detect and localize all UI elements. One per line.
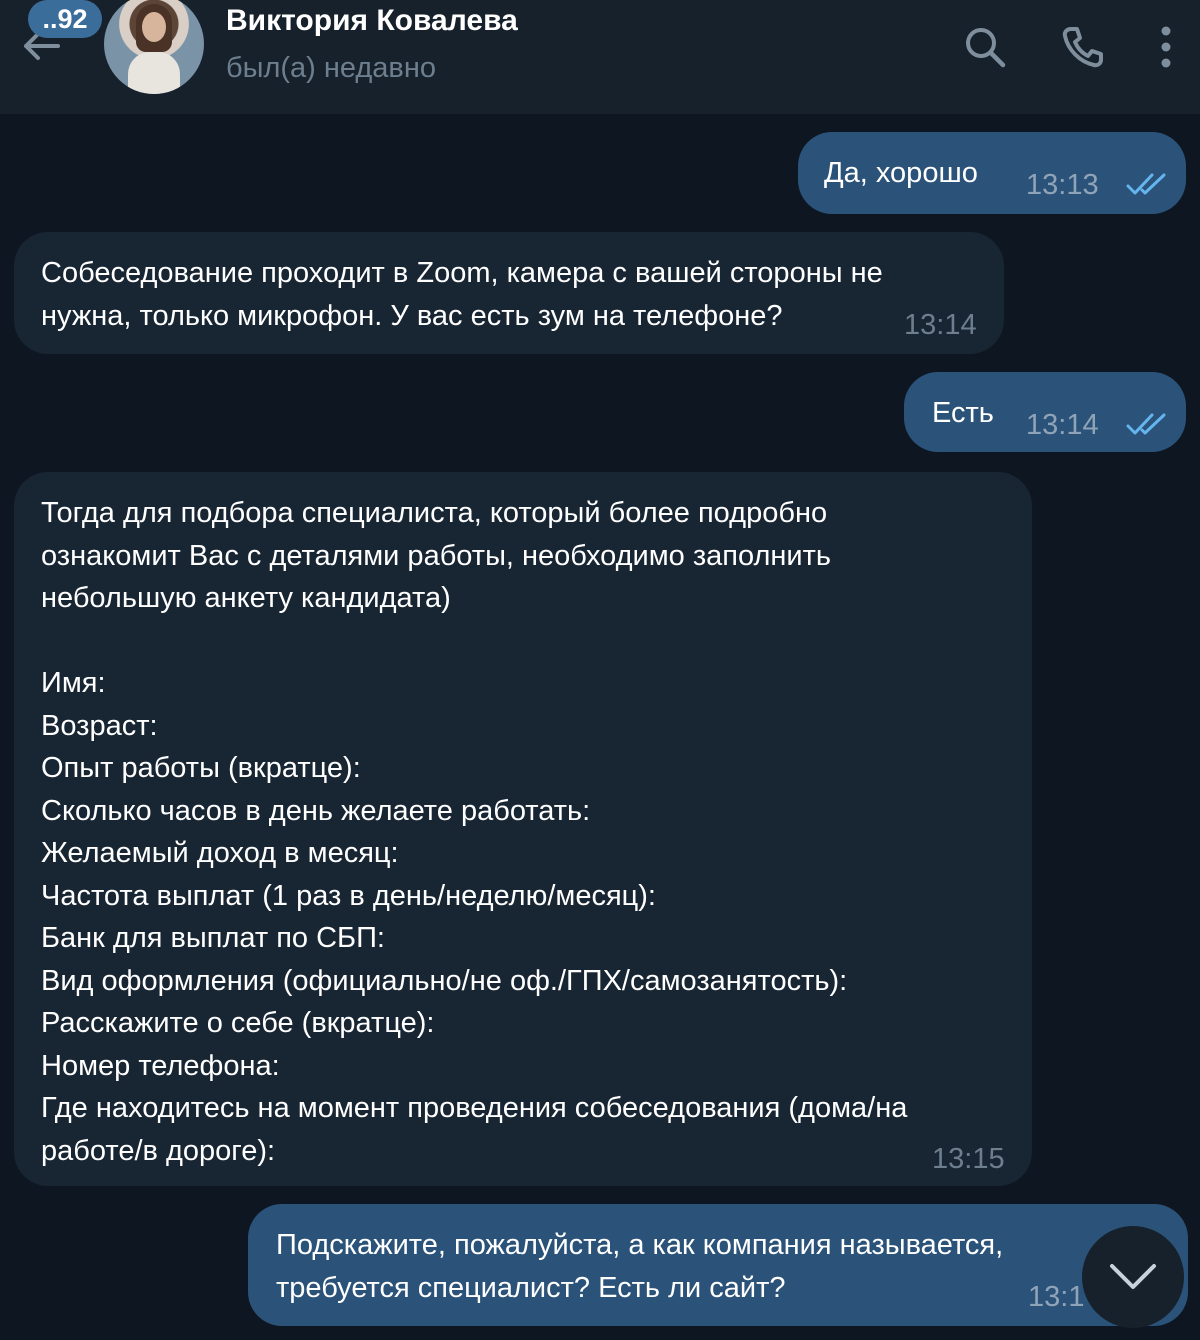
message-time: 13:14 xyxy=(1026,409,1099,441)
message-time: 13:13 xyxy=(1026,169,1099,201)
message-bubble-outgoing[interactable]: Есть 13:14 xyxy=(904,372,1186,452)
message-bubble-incoming[interactable]: Собеседование проходит в Zoom, камера с … xyxy=(14,232,1004,354)
message-time: 13:15 xyxy=(932,1143,1005,1175)
avatar[interactable] xyxy=(104,0,204,94)
double-check-icon xyxy=(1126,173,1166,195)
chevron-down-icon xyxy=(1110,1264,1156,1289)
double-check-icon xyxy=(1126,413,1166,435)
contact-status: был(а) недавно xyxy=(226,52,436,84)
more-vertical-icon xyxy=(1161,26,1171,68)
search-button[interactable] xyxy=(962,24,1008,70)
call-button[interactable] xyxy=(1060,24,1106,70)
message-text: Тогда для подбора специалиста, который б… xyxy=(41,497,908,1167)
message-text: Собеседование проходит в Zoom, камера с … xyxy=(41,257,883,332)
message-text: Подскажите, пожалуйста, а как компания н… xyxy=(276,1229,1004,1304)
avatar-face xyxy=(142,12,166,42)
phone-icon xyxy=(1062,27,1103,68)
unread-count-badge: ..92 xyxy=(28,0,102,38)
message-bubble-outgoing[interactable]: Подскажите, пожалуйста, а как компания н… xyxy=(248,1204,1188,1326)
message-text: Да, хорошо xyxy=(824,157,978,189)
message-text: Есть xyxy=(932,397,994,429)
scroll-to-bottom-button[interactable] xyxy=(1082,1226,1184,1328)
avatar-torso xyxy=(128,52,180,94)
contact-name[interactable]: Виктория Ковалева xyxy=(226,4,518,38)
message-bubble-outgoing[interactable]: Да, хорошо 13:13 xyxy=(798,132,1186,214)
message-time: 13:14 xyxy=(904,309,977,341)
chat-header: ..92 Виктория Ковалева был(а) недавно xyxy=(0,0,1200,114)
message-bubble-incoming[interactable]: Тогда для подбора специалиста, который б… xyxy=(14,472,1032,1186)
more-options-button[interactable] xyxy=(1148,24,1184,70)
search-icon xyxy=(966,28,1006,68)
